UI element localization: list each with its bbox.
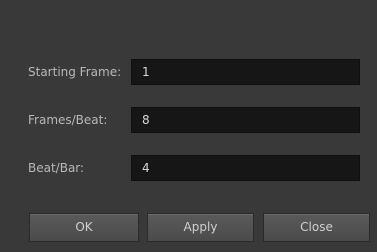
starting-frame-field[interactable]: [131, 59, 360, 85]
apply-button[interactable]: Apply: [147, 213, 254, 242]
close-button[interactable]: Close: [263, 213, 370, 242]
frames-per-beat-field[interactable]: [131, 107, 360, 133]
beat-per-bar-label: Beat/Bar:: [28, 161, 85, 175]
starting-frame-row: Starting Frame:: [0, 59, 377, 85]
beat-per-bar-field[interactable]: [131, 155, 360, 181]
beat-per-bar-row: Beat/Bar:: [0, 155, 377, 181]
starting-frame-label: Starting Frame:: [28, 65, 122, 79]
frames-per-beat-row: Frames/Beat:: [0, 107, 377, 133]
ok-button[interactable]: OK: [29, 213, 139, 242]
frames-per-beat-label: Frames/Beat:: [28, 113, 108, 127]
beat-settings-dialog: Starting Frame: Frames/Beat: Beat/Bar: O…: [0, 0, 377, 252]
